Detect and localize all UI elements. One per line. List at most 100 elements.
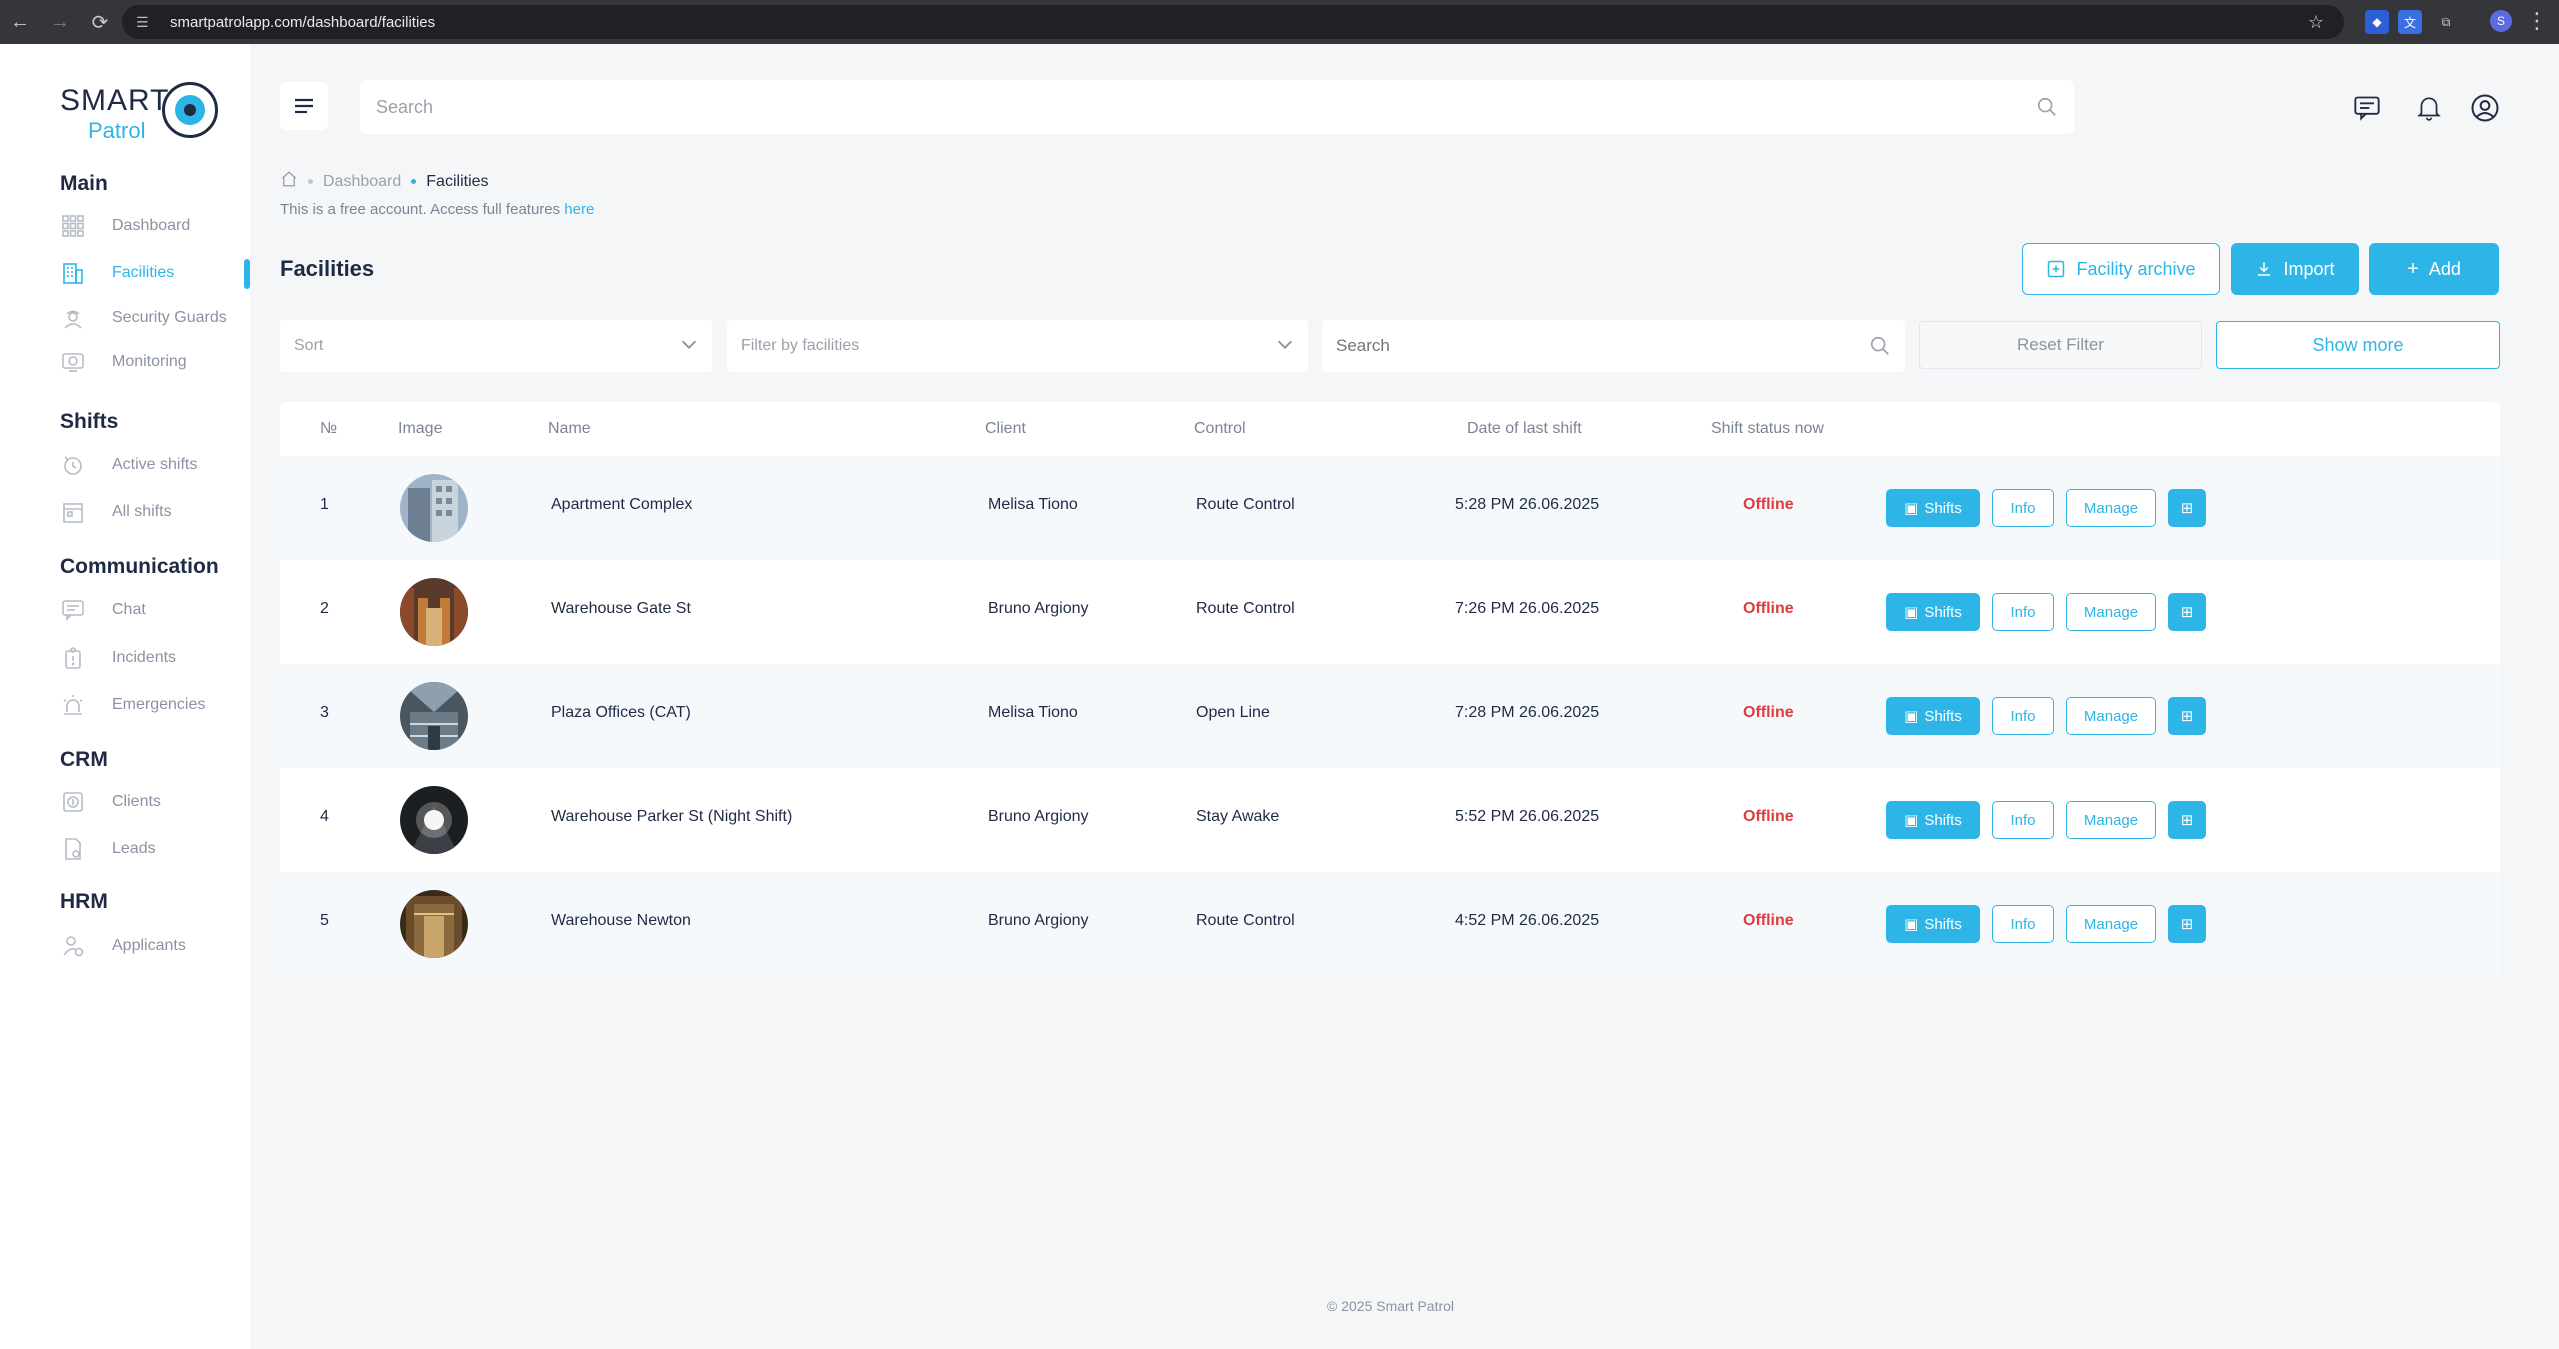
table-row[interactable]: 1 Apartment Complex Melisa Tiono Route C… (280, 456, 2500, 560)
facility-archive-button[interactable]: Facility archive (2022, 243, 2220, 295)
info-button[interactable]: Info (1992, 489, 2054, 527)
table-row[interactable]: 3 Plaza Offices (CAT) Melisa Tiono Open … (280, 664, 2500, 768)
browser-menu-icon[interactable]: ⋮ (2526, 8, 2548, 34)
shifts-button[interactable]: ▣ Shifts (1886, 697, 1980, 735)
sidebar-item-incidents[interactable]: Incidents (60, 640, 250, 676)
import-button[interactable]: Import (2231, 243, 2359, 295)
archive-row-button[interactable]: ⊞ (2168, 489, 2206, 527)
table-row[interactable]: 2 Warehouse Gate St Bruno Argiony Route … (280, 560, 2500, 664)
shifts-button[interactable]: ▣ Shifts (1886, 801, 1980, 839)
last-shift-date: 5:52 PM 26.06.2025 (1455, 808, 1600, 825)
leads-icon (60, 836, 86, 862)
sidebar-item-all-shifts[interactable]: All shifts (60, 494, 250, 530)
reload-icon[interactable]: ⟳ (80, 0, 120, 44)
extension-icon[interactable]: ◆ (2365, 10, 2389, 34)
info-button[interactable]: Info (1992, 801, 2054, 839)
info-button[interactable]: Info (1992, 593, 2054, 631)
status-badge: Offline (1743, 808, 1794, 825)
forward-icon[interactable]: → (40, 0, 80, 44)
archive-row-button[interactable]: ⊞ (2168, 905, 2206, 943)
manage-button[interactable]: Manage (2066, 801, 2156, 839)
sidebar-item-clients[interactable]: Clients (60, 784, 250, 820)
calendar-icon: ▣ (1904, 916, 1919, 933)
facility-name[interactable]: Plaza Offices (CAT) (551, 704, 691, 722)
sidebar-item-security-guards[interactable]: Security Guards (60, 300, 250, 336)
manage-button[interactable]: Manage (2066, 905, 2156, 943)
breadcrumb-separator (308, 179, 313, 184)
facility-image (400, 682, 468, 750)
facility-filter-select[interactable]: Filter by facilities (727, 320, 1308, 372)
manage-button[interactable]: Manage (2066, 593, 2156, 631)
sidebar-item-monitoring[interactable]: Monitoring (60, 344, 250, 380)
archive-row-button[interactable]: ⊞ (2168, 801, 2206, 839)
sidebar-item-chat[interactable]: Chat (60, 592, 250, 628)
sidebar-item-emergencies[interactable]: Emergencies (60, 687, 250, 723)
control-type: Route Control (1196, 496, 1295, 513)
facility-image (400, 786, 468, 854)
back-icon[interactable]: ← (0, 0, 40, 44)
shifts-button[interactable]: ▣ Shifts (1886, 905, 1980, 943)
notice-text: This is a free account. Access full feat… (280, 201, 565, 218)
sort-select[interactable]: Sort (280, 320, 712, 372)
translate-icon[interactable]: 文 (2398, 10, 2422, 34)
search-icon[interactable] (2036, 96, 2058, 118)
import-label: Import (2283, 258, 2335, 279)
info-button[interactable]: Info (1992, 905, 2054, 943)
plus-icon: + (2407, 258, 2419, 280)
profile-avatar[interactable]: S (2490, 10, 2512, 32)
show-more-button[interactable]: Show more (2216, 321, 2500, 369)
shifts-label: Shifts (1924, 811, 1962, 829)
status-badge: Offline (1743, 704, 1794, 721)
manage-button[interactable]: Manage (2066, 697, 2156, 735)
bell-icon[interactable] (2409, 88, 2449, 128)
shifts-button[interactable]: ▣ Shifts (1886, 489, 1980, 527)
facilities-table: № Image Name Client Control Date of last… (280, 402, 2500, 976)
sidebar-item-facilities[interactable]: Facilities (60, 255, 250, 291)
site-info-icon[interactable]: ☰ (136, 14, 158, 31)
sidebar-item-label: Active shifts (112, 456, 198, 473)
control-type: Open Line (1196, 704, 1270, 721)
add-facility-button[interactable]: + Add (2369, 243, 2499, 295)
messages-icon[interactable] (2347, 88, 2387, 128)
facility-name[interactable]: Warehouse Parker St (Night Shift) (551, 808, 792, 826)
sidebar-item-active-shifts[interactable]: Active shifts (60, 447, 250, 483)
footer-copyright: © 2025 Smart Patrol (1327, 1298, 1455, 1314)
sidebar-item-label: Chat (112, 601, 146, 618)
table-row[interactable]: 5 Warehouse Newton Bruno Argiony Route C… (280, 872, 2500, 976)
global-search-input[interactable] (376, 96, 2036, 118)
table-row[interactable]: 4 Warehouse Parker St (Night Shift) Brun… (280, 768, 2500, 872)
sidebar-item-applicants[interactable]: Applicants (60, 928, 250, 964)
sidebar-item-label: Clients (112, 793, 161, 810)
table-search-input[interactable] (1336, 336, 1869, 356)
sidebar-item-label: Incidents (112, 649, 177, 666)
user-account-icon[interactable] (2465, 88, 2505, 128)
client-name: Melisa Tiono (988, 496, 1078, 513)
facility-name[interactable]: Warehouse Newton (551, 912, 691, 930)
puzzle-icon[interactable]: ⧉ (2434, 10, 2458, 34)
camera-icon (60, 349, 86, 375)
sidebar-item-dashboard[interactable]: Dashboard (60, 208, 250, 244)
sidebar-item-leads[interactable]: Leads (60, 831, 250, 867)
chevron-down-icon (1277, 340, 1293, 349)
reset-filter-button[interactable]: Reset Filter (1919, 321, 2202, 369)
upgrade-link[interactable]: here (564, 201, 594, 218)
breadcrumb-dashboard-link[interactable]: Dashboard (323, 173, 401, 191)
smart-patrol-logo[interactable]: SMART Patrol (60, 80, 220, 148)
bookmark-star-icon[interactable]: ☆ (2308, 12, 2324, 33)
archive-row-button[interactable]: ⊞ (2168, 593, 2206, 631)
facility-name[interactable]: Warehouse Gate St (551, 600, 691, 618)
archive-row-button[interactable]: ⊞ (2168, 697, 2206, 735)
manage-button[interactable]: Manage (2066, 489, 2156, 527)
status-badge: Offline (1743, 496, 1794, 513)
shifts-button[interactable]: ▣ Shifts (1886, 593, 1980, 631)
address-bar[interactable]: ☰ smartpatrolapp.com/dashboard/facilitie… (122, 5, 2344, 39)
facility-name[interactable]: Apartment Complex (551, 496, 692, 514)
facility-image (400, 578, 468, 646)
section-title-communication: Communication (60, 555, 219, 578)
search-icon[interactable] (1869, 335, 1891, 357)
client-name: Melisa Tiono (988, 704, 1078, 721)
info-button[interactable]: Info (1992, 697, 2054, 735)
home-icon[interactable] (280, 170, 298, 193)
menu-toggle-button[interactable] (280, 82, 328, 130)
page-title: Facilities (280, 256, 375, 281)
